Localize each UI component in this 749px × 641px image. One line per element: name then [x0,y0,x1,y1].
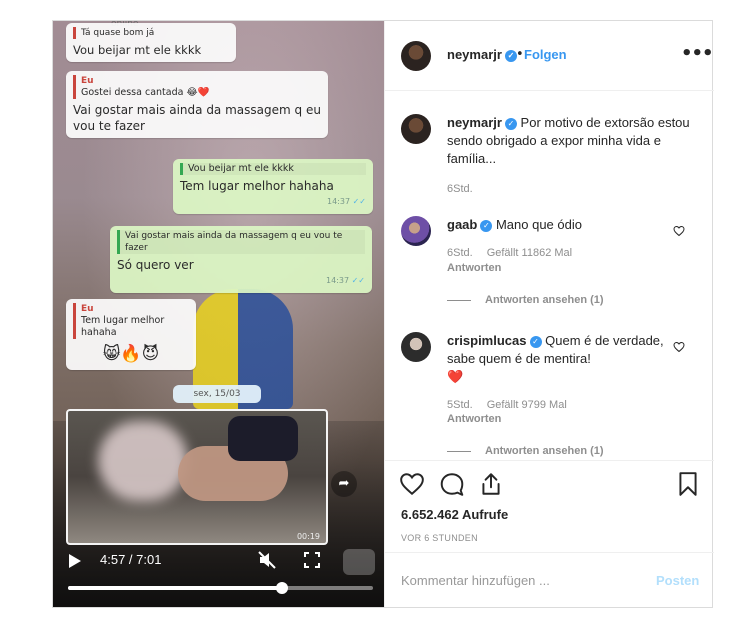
chat-quote-sender: Eu [81,76,94,86]
avatar[interactable] [401,216,431,246]
post-comment-button[interactable]: Posten [656,573,699,588]
comment-input[interactable]: Kommentar hinzufügen ... [401,573,550,588]
reply-button[interactable]: Antworten [447,262,501,274]
comment-time: 5Std. [447,399,473,411]
fullscreen-icon[interactable] [304,552,320,568]
double-check-icon: ✓✓ [351,276,365,285]
chat-bubble-incoming: Tá quase bom já Vou beijar mt ele kkkk [66,23,236,62]
divider [447,450,471,452]
embedded-video-duration: 00:19 [296,532,320,541]
chat-message-time: 14:37 ✓✓ [325,276,365,285]
chat-date-chip: sex, 15/03 [173,385,261,403]
post-sidebar: neymarjr ✓ • Folgen ••• neymarjr ✓ Por mot… [384,21,714,607]
comment: gaab ✓ Mano que ódio [447,216,667,234]
comment-meta: 6Std. Gefällt 11862 Mal [447,247,572,259]
chat-quote: Eu Tem lugar melhor hahaha [73,303,189,339]
chat-quote: Vai gostar mais ainda da massagem q eu v… [117,230,365,254]
chat-quote-text: Tem lugar melhor hahaha [81,315,165,338]
follow-button[interactable]: Folgen [524,47,567,62]
comment-emoji: ❤️ [447,369,464,384]
avatar[interactable] [401,332,431,362]
verified-badge-icon: ✓ [480,220,493,232]
comment-username[interactable]: crispimlucas [447,333,527,348]
share-icon[interactable] [478,471,504,497]
post-actions: 6.652.462 Aufrufe VOR 6 STUNDEN Kommenta… [385,460,714,607]
heart-icon[interactable] [399,471,425,497]
chat-bubble-outgoing: Vai gostar mais ainda da massagem q eu v… [110,226,372,293]
more-controls-icon[interactable] [343,549,375,575]
comment-meta: 5Std. Gefällt 9799 Mal [447,399,567,411]
post-header: neymarjr ✓ • Folgen ••• [385,21,714,91]
mute-icon[interactable] [257,550,277,570]
add-comment-bar: Kommentar hinzufügen ... Posten [385,552,714,608]
chat-quote-text: Gostei dessa cantada 😂❤️ [81,87,210,98]
chat-quote: Tá quase bom já [73,27,229,39]
blurred-face [98,421,188,501]
chat-message-time: 14:37 ✓✓ [326,197,366,206]
video-progress-knob[interactable] [275,582,288,594]
view-count[interactable]: 6.652.462 Aufrufe [401,507,508,522]
comment-username[interactable]: gaab [447,217,477,232]
chat-message-text: Só quero ver [117,258,194,272]
comment-likes[interactable]: Gefällt 11862 Mal [487,247,572,259]
video-progress-bar[interactable] [68,582,373,594]
comment-likes[interactable]: Gefällt 9799 Mal [487,399,567,411]
chat-quote: Eu Gostei dessa cantada 😂❤️ [73,75,321,99]
reply-button[interactable]: Antworten [447,413,501,425]
chat-quote: Vou beijar mt ele kkkk [180,163,366,175]
view-replies-label: Antworten ansehen (1) [485,445,604,457]
post-timestamp[interactable]: VOR 6 STUNDEN [401,533,478,543]
video-progress-fill [68,586,282,590]
chat-message-text: Vai gostar mais ainda da massagem q eu v… [73,103,321,133]
heart-icon[interactable] [673,225,685,237]
post-media-video[interactable]: online Tá quase bom já Vou beijar mt ele… [53,21,384,607]
post-caption: neymarjr ✓ Por motivo de extorsão estou s… [447,114,692,168]
avatar[interactable] [401,114,431,144]
chat-message-text: Tem lugar melhor hahaha [180,179,334,193]
video-controls: 4:57 / 7:01 [53,546,384,607]
view-replies-button[interactable]: Antworten ansehen (1) [447,294,604,306]
more-options-icon[interactable]: ••• [681,43,714,64]
separator-dot: • [516,47,524,62]
chat-bubble-incoming: Eu Tem lugar melhor hahaha 😸🔥😈 [66,299,196,370]
bookmark-icon[interactable] [675,471,701,497]
verified-badge-icon: ✓ [529,336,542,348]
forward-icon[interactable]: ➦ [331,471,357,497]
embedded-video-thumbnail[interactable]: 00:19 [66,409,328,545]
avatar[interactable] [401,41,431,71]
username-text: neymarjr [447,47,502,62]
comment-time: 6Std. [447,247,473,259]
divider [447,299,471,301]
caption-username[interactable]: neymarjr [447,115,502,130]
heart-icon[interactable] [673,341,685,353]
video-timecode: 4:57 / 7:01 [100,552,162,567]
verified-badge-icon: ✓ [504,118,517,130]
view-replies-button[interactable]: Antworten ansehen (1) [447,445,604,457]
chat-message-text: Vou beijar mt ele kkkk [73,43,202,57]
instagram-post: online Tá quase bom já Vou beijar mt ele… [52,20,714,608]
double-check-icon: ✓✓ [352,197,366,206]
play-icon[interactable] [69,554,81,568]
header-username[interactable]: neymarjr ✓ [447,47,517,62]
comment-text: Mano que ódio [495,217,582,232]
chat-quote-sender: Eu [81,304,94,314]
chat-message-emojis: 😸🔥😈 [102,344,160,364]
chat-bubble-outgoing: Vou beijar mt ele kkkk Tem lugar melhor … [173,159,373,214]
view-replies-label: Antworten ansehen (1) [485,294,604,306]
caption-time: 6Std. [447,183,473,195]
comments-section: neymarjr ✓ Por motivo de extorsão estou s… [385,92,714,460]
comment-icon[interactable] [439,471,465,497]
video-subject-shorts [228,416,298,461]
chat-bubble-incoming: Eu Gostei dessa cantada 😂❤️ Vai gostar m… [66,71,328,138]
comment: crispimlucas ✓ Quem é de verdade, sabe qu… [447,332,669,386]
